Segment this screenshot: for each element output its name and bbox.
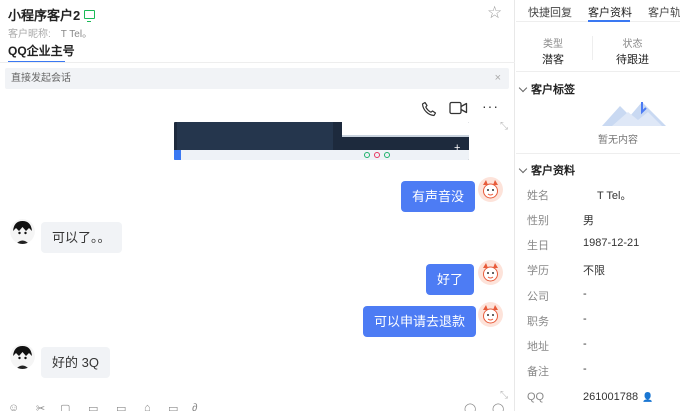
file-icon[interactable]: ▭ (88, 402, 98, 411)
help-icon[interactable]: ◯ (464, 402, 476, 411)
customer-nickname: 客户昵称: T Tel。 (8, 29, 93, 40)
customer-info-panel: 快捷回复 客户资料 客户轨迹 类型 潜客 状态 待跟进 客户标签 暂无内容 客户… (516, 0, 680, 411)
profile-row-company: 公司 - (527, 288, 587, 303)
header-divider (0, 62, 515, 63)
empty-illustration (602, 102, 666, 126)
tags-section-title[interactable]: 客户标签 (518, 81, 575, 97)
image-message[interactable]: + (174, 122, 469, 160)
image-content-dot (374, 152, 380, 158)
message-bubble-out[interactable]: 可以申请去退款 (363, 306, 477, 337)
section-divider (516, 153, 680, 154)
account-tab[interactable]: QQ企业主号 (8, 42, 75, 63)
chat-record-icon[interactable]: ▭ (168, 402, 178, 411)
tab-customer-track[interactable]: 客户轨迹 (648, 4, 680, 20)
location-icon[interactable]: ⌂ (144, 402, 151, 411)
chevron-down-icon (518, 83, 528, 93)
video-call-icon[interactable] (449, 101, 468, 115)
tags-empty-text: 暂无内容 (598, 135, 638, 146)
stat-divider (592, 36, 593, 60)
profile-row-gender: 性别 男 (527, 215, 594, 227)
profile-section-title[interactable]: 客户资料 (518, 162, 575, 178)
message-bubble-out[interactable]: 好了 (426, 264, 475, 295)
customer-status[interactable]: 状态 待跟进 (616, 35, 649, 67)
more-icon[interactable]: ··· (482, 98, 499, 116)
chat-pane: 小程序客户2 ☆ 客户昵称: T Tel。 QQ企业主号 直接发起会话 × ···… (0, 0, 515, 411)
agent-avatar[interactable] (478, 177, 503, 202)
profile-row-address: 地址 - (527, 338, 587, 353)
message-bubble-in[interactable]: 可以了。。 (41, 222, 122, 253)
image-content-dot (384, 152, 390, 158)
collapse-icon[interactable]: ⤡ (500, 121, 508, 132)
agent-avatar[interactable] (478, 302, 503, 327)
history-icon[interactable]: ◯ (492, 402, 504, 411)
emoji-icon[interactable]: ☺ (8, 402, 19, 411)
folder-icon[interactable]: ▢ (60, 402, 70, 411)
image-content-accent (174, 150, 181, 160)
profile-row-education: 学历 不限 (527, 265, 605, 277)
customer-type: 类型 潜客 (542, 39, 564, 66)
star-icon[interactable]: ☆ (487, 3, 502, 23)
customer-title: 小程序客户2 (8, 5, 96, 24)
plus-icon: + (454, 142, 461, 154)
customer-name: 小程序客户2 (8, 8, 81, 23)
tab-quick-reply[interactable]: 快捷回复 (528, 4, 572, 20)
scissors-icon[interactable]: ✂ (36, 402, 45, 411)
image-content-dot (364, 152, 370, 158)
profile-row-name: 姓名 T Tel。 (527, 190, 632, 202)
phone-icon[interactable] (421, 100, 437, 118)
side-tabs: 快捷回复 客户资料 客户轨迹 (516, 0, 680, 22)
profile-row-remark: 备注 - (527, 363, 587, 378)
customer-avatar[interactable] (10, 344, 35, 369)
customer-avatar[interactable] (10, 219, 35, 244)
message-bubble-out[interactable]: 有声音没 (401, 181, 476, 212)
user-icon[interactable]: 👤 (642, 392, 653, 403)
image-content-bar (174, 150, 469, 160)
image-content (177, 122, 333, 150)
image-content-window (342, 122, 469, 137)
tab-customer-profile[interactable]: 客户资料 (588, 4, 632, 22)
image-icon[interactable]: ▭ (116, 402, 126, 411)
chevron-down-icon (518, 164, 528, 174)
agent-avatar[interactable] (478, 260, 503, 285)
profile-row-position: 职务 - (527, 313, 587, 328)
qq-number[interactable]: 261001788 (583, 391, 638, 403)
start-session-banner[interactable]: 直接发起会话 × (5, 68, 509, 89)
input-toolbar: ☺ ✂ ▢ ▭ ▭ ⌂ ▭ ∂ ◯ ◯ (6, 402, 511, 411)
close-icon[interactable]: × (495, 68, 501, 89)
desktop-online-icon (84, 10, 96, 22)
message-bubble-in[interactable]: 好的 3Q (41, 347, 110, 378)
profile-row-qq: QQ 261001788 👤 (527, 391, 654, 403)
profile-row-birthday: 生日 1987-12-21 (527, 237, 640, 252)
link-icon[interactable]: ∂ (192, 402, 197, 411)
section-divider (516, 71, 680, 72)
banner-text: 直接发起会话 (11, 73, 71, 84)
collapse-icon[interactable]: ⤡ (500, 390, 508, 401)
